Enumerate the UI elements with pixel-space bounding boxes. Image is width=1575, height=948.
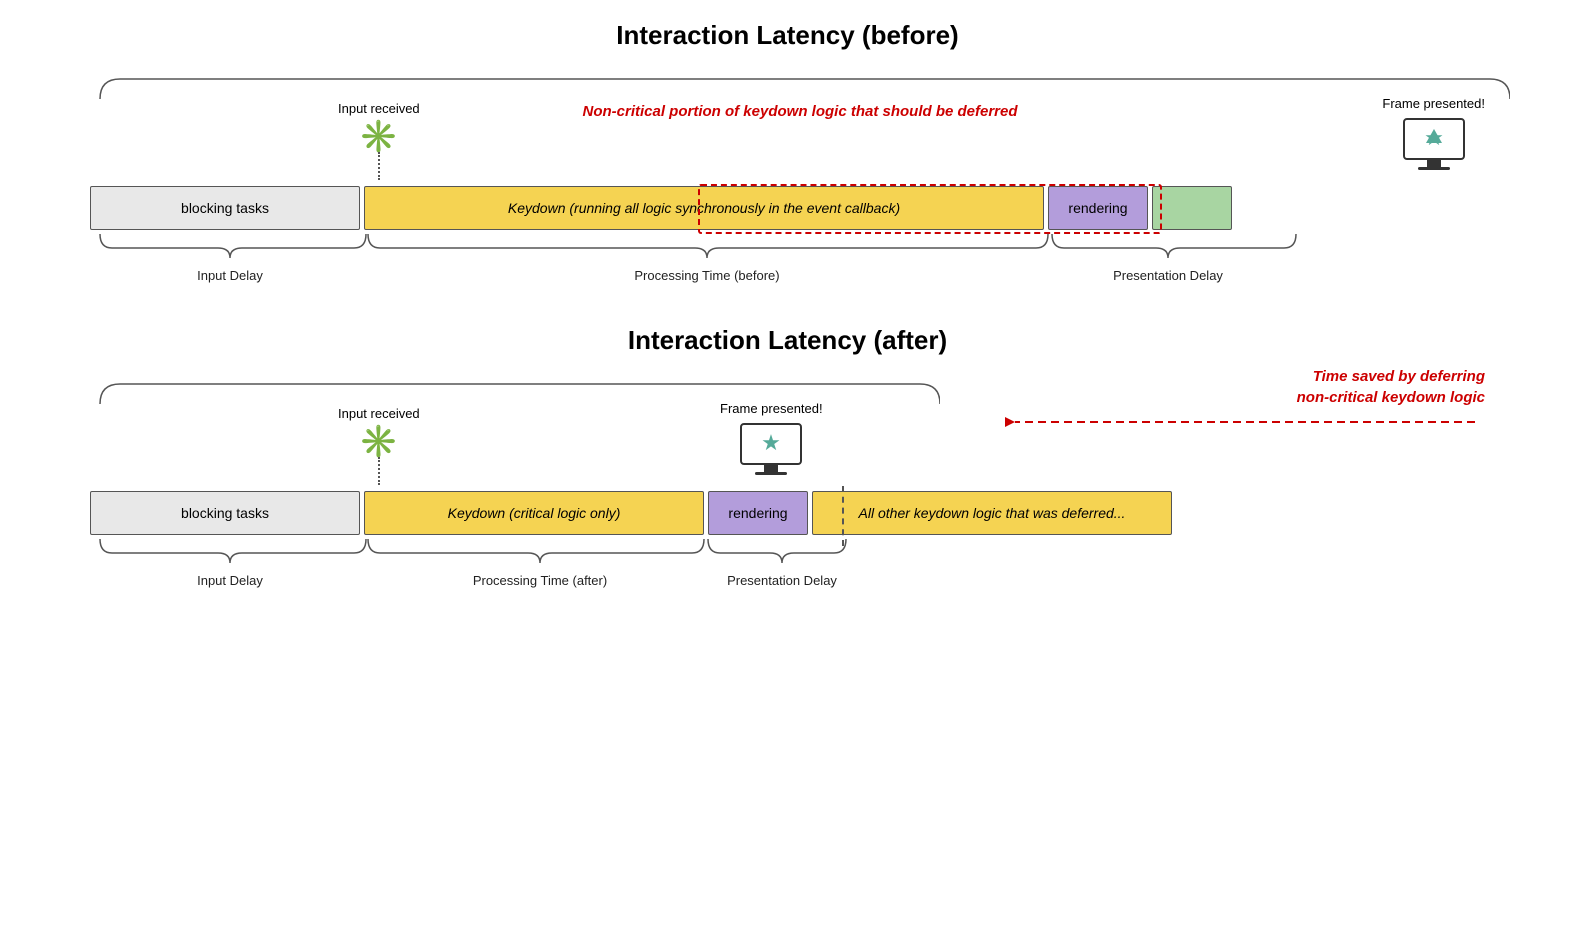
labels-area-before: Input Delay Processing Time (before) Pre… <box>90 230 1485 285</box>
monitor-icon-before: ★ <box>1398 115 1470 177</box>
frame-presented-after: Frame presented! ★ <box>720 401 823 482</box>
svg-text:Presentation Delay: Presentation Delay <box>727 573 837 588</box>
bar-area-after: blocking tasks Keydown (critical logic o… <box>90 491 1485 535</box>
keydown-bar-before: Keydown (running all logic synchronously… <box>364 186 1044 230</box>
svg-text:Processing Time (before): Processing Time (before) <box>634 268 779 283</box>
deferred-bar-after: All other keydown logic that was deferre… <box>812 491 1172 535</box>
frame-presented-before: Frame presented! ★ <box>1382 96 1485 177</box>
top-brace-before <box>90 71 1510 101</box>
time-saved-label: Time saved by deferringnon-critical keyd… <box>1297 366 1485 408</box>
diagram-container: Interaction Latency (before) Input recei… <box>0 0 1575 650</box>
svg-text:Input Delay: Input Delay <box>197 573 263 588</box>
green-bar-before <box>1152 186 1232 230</box>
svg-text:Presentation Delay: Presentation Delay <box>1113 268 1223 283</box>
blocking-bar-before: blocking tasks <box>90 186 360 230</box>
braces-below-before: Input Delay Processing Time (before) Pre… <box>90 230 1510 285</box>
keydown-bar-after: Keydown (critical logic only) <box>364 491 704 535</box>
input-received-before: Input received ✳️ <box>338 101 420 180</box>
after-section: Interaction Latency (after) Time saved b… <box>60 325 1515 590</box>
blocking-bar-after: blocking tasks <box>90 491 360 535</box>
svg-text:Input Delay: Input Delay <box>197 268 263 283</box>
before-title: Interaction Latency (before) <box>60 20 1515 51</box>
after-title: Interaction Latency (after) <box>60 325 1515 356</box>
svg-text:★: ★ <box>761 430 781 455</box>
bar-row-after: blocking tasks Keydown (critical logic o… <box>90 491 1485 535</box>
spark-icon-after: ✳️ <box>359 425 399 457</box>
labels-area-after: Input Delay Processing Time (after) Pres… <box>90 535 1485 590</box>
svg-text:Processing Time (after): Processing Time (after) <box>473 573 607 588</box>
monitor-icon-after: ★ <box>735 420 807 482</box>
before-section: Interaction Latency (before) Input recei… <box>60 20 1515 285</box>
red-annotation-before: Non-critical portion of keydown logic th… <box>490 101 1110 122</box>
input-received-after: Input received ✳️ <box>338 406 420 485</box>
svg-text:★: ★ <box>1424 125 1444 150</box>
bar-row-before: blocking tasks Keydown (running all logi… <box>90 186 1485 230</box>
rendering-bar-before: rendering <box>1048 186 1148 230</box>
spark-icon-before: ✳️ <box>359 120 399 152</box>
bar-area-before: blocking tasks Keydown (running all logi… <box>90 186 1485 230</box>
braces-below-after: Input Delay Processing Time (after) Pres… <box>90 535 1510 590</box>
rendering-bar-after: rendering <box>708 491 808 535</box>
